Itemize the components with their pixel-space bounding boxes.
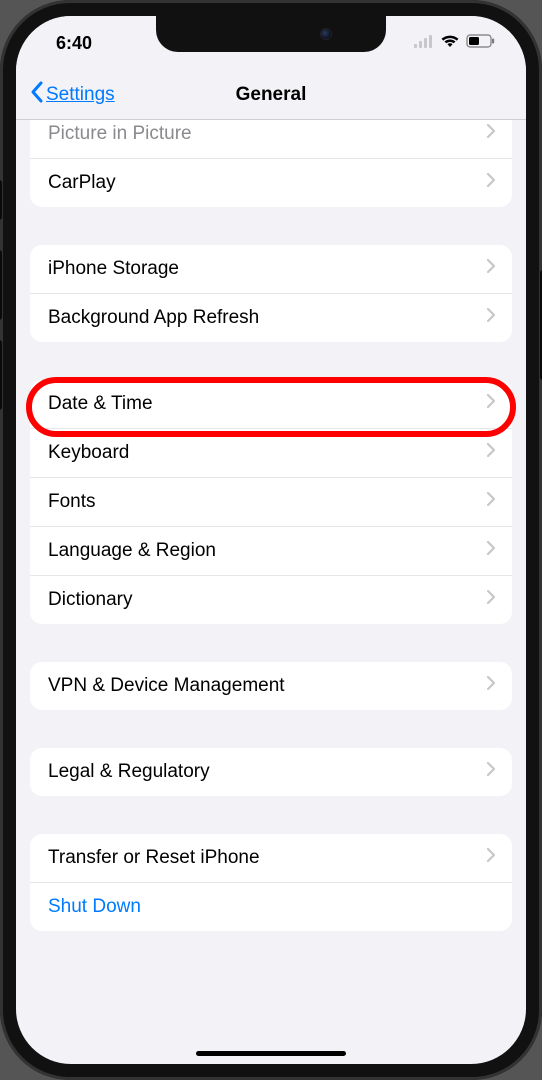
row-label: iPhone Storage: [48, 258, 179, 280]
chevron-right-icon: [486, 540, 496, 562]
settings-group: VPN & Device Management: [30, 662, 512, 710]
chevron-right-icon: [486, 675, 496, 697]
back-label: Settings: [46, 84, 115, 106]
row-label: VPN & Device Management: [48, 675, 285, 697]
settings-group: Picture in Picture CarPlay: [30, 120, 512, 207]
row-label: Background App Refresh: [48, 307, 259, 329]
battery-icon: [466, 34, 496, 53]
row-label: Shut Down: [48, 896, 141, 918]
chevron-right-icon: [486, 761, 496, 783]
chevron-right-icon: [486, 307, 496, 329]
navigation-bar: Settings General: [16, 70, 526, 120]
row-legal-regulatory[interactable]: Legal & Regulatory: [30, 748, 512, 796]
row-label: Fonts: [48, 491, 96, 513]
settings-group: Date & Time Keyboard Fonts Language & Regio…: [30, 380, 512, 624]
chevron-left-icon: [30, 81, 44, 109]
chevron-right-icon: [486, 491, 496, 513]
row-label: Dictionary: [48, 589, 132, 611]
row-language-region[interactable]: Language & Region: [30, 527, 512, 576]
settings-group: iPhone Storage Background App Refresh: [30, 245, 512, 342]
page-title: General: [236, 84, 307, 106]
chevron-right-icon: [486, 172, 496, 194]
row-background-app-refresh[interactable]: Background App Refresh: [30, 294, 512, 342]
row-vpn-device-management[interactable]: VPN & Device Management: [30, 662, 512, 710]
row-dictionary[interactable]: Dictionary: [30, 576, 512, 624]
row-label: Date & Time: [48, 393, 153, 415]
row-date-time[interactable]: Date & Time: [30, 380, 512, 429]
settings-group: Legal & Regulatory: [30, 748, 512, 796]
chevron-right-icon: [486, 442, 496, 464]
row-shut-down[interactable]: Shut Down: [30, 883, 512, 931]
camera-dot: [321, 29, 331, 39]
chevron-right-icon: [486, 123, 496, 145]
settings-group: Transfer or Reset iPhone Shut Down: [30, 834, 512, 931]
status-time: 6:40: [56, 33, 92, 54]
chevron-right-icon: [486, 258, 496, 280]
volume-up-button: [0, 250, 2, 320]
wifi-icon: [440, 34, 460, 53]
volume-down-button: [0, 340, 2, 410]
chevron-right-icon: [486, 393, 496, 415]
row-keyboard[interactable]: Keyboard: [30, 429, 512, 478]
notch: [156, 16, 386, 52]
content-scroll[interactable]: Picture in Picture CarPlay iPhone Storage B…: [16, 120, 526, 1064]
row-label: Language & Region: [48, 540, 216, 562]
chevron-right-icon: [486, 589, 496, 611]
home-indicator[interactable]: [196, 1051, 346, 1056]
row-label: Legal & Regulatory: [48, 761, 210, 783]
row-picture-in-picture[interactable]: Picture in Picture: [30, 120, 512, 159]
screen: 6:40: [16, 16, 526, 1064]
row-label: Keyboard: [48, 442, 129, 464]
row-carplay[interactable]: CarPlay: [30, 159, 512, 207]
row-fonts[interactable]: Fonts: [30, 478, 512, 527]
back-button[interactable]: Settings: [30, 81, 115, 109]
phone-frame: 6:40: [0, 0, 542, 1080]
row-label: CarPlay: [48, 172, 116, 194]
chevron-right-icon: [486, 847, 496, 869]
row-label: Picture in Picture: [48, 123, 192, 145]
row-transfer-reset[interactable]: Transfer or Reset iPhone: [30, 834, 512, 883]
row-label: Transfer or Reset iPhone: [48, 847, 260, 869]
row-iphone-storage[interactable]: iPhone Storage: [30, 245, 512, 294]
mute-switch: [0, 180, 2, 220]
cellular-icon: [414, 34, 434, 53]
